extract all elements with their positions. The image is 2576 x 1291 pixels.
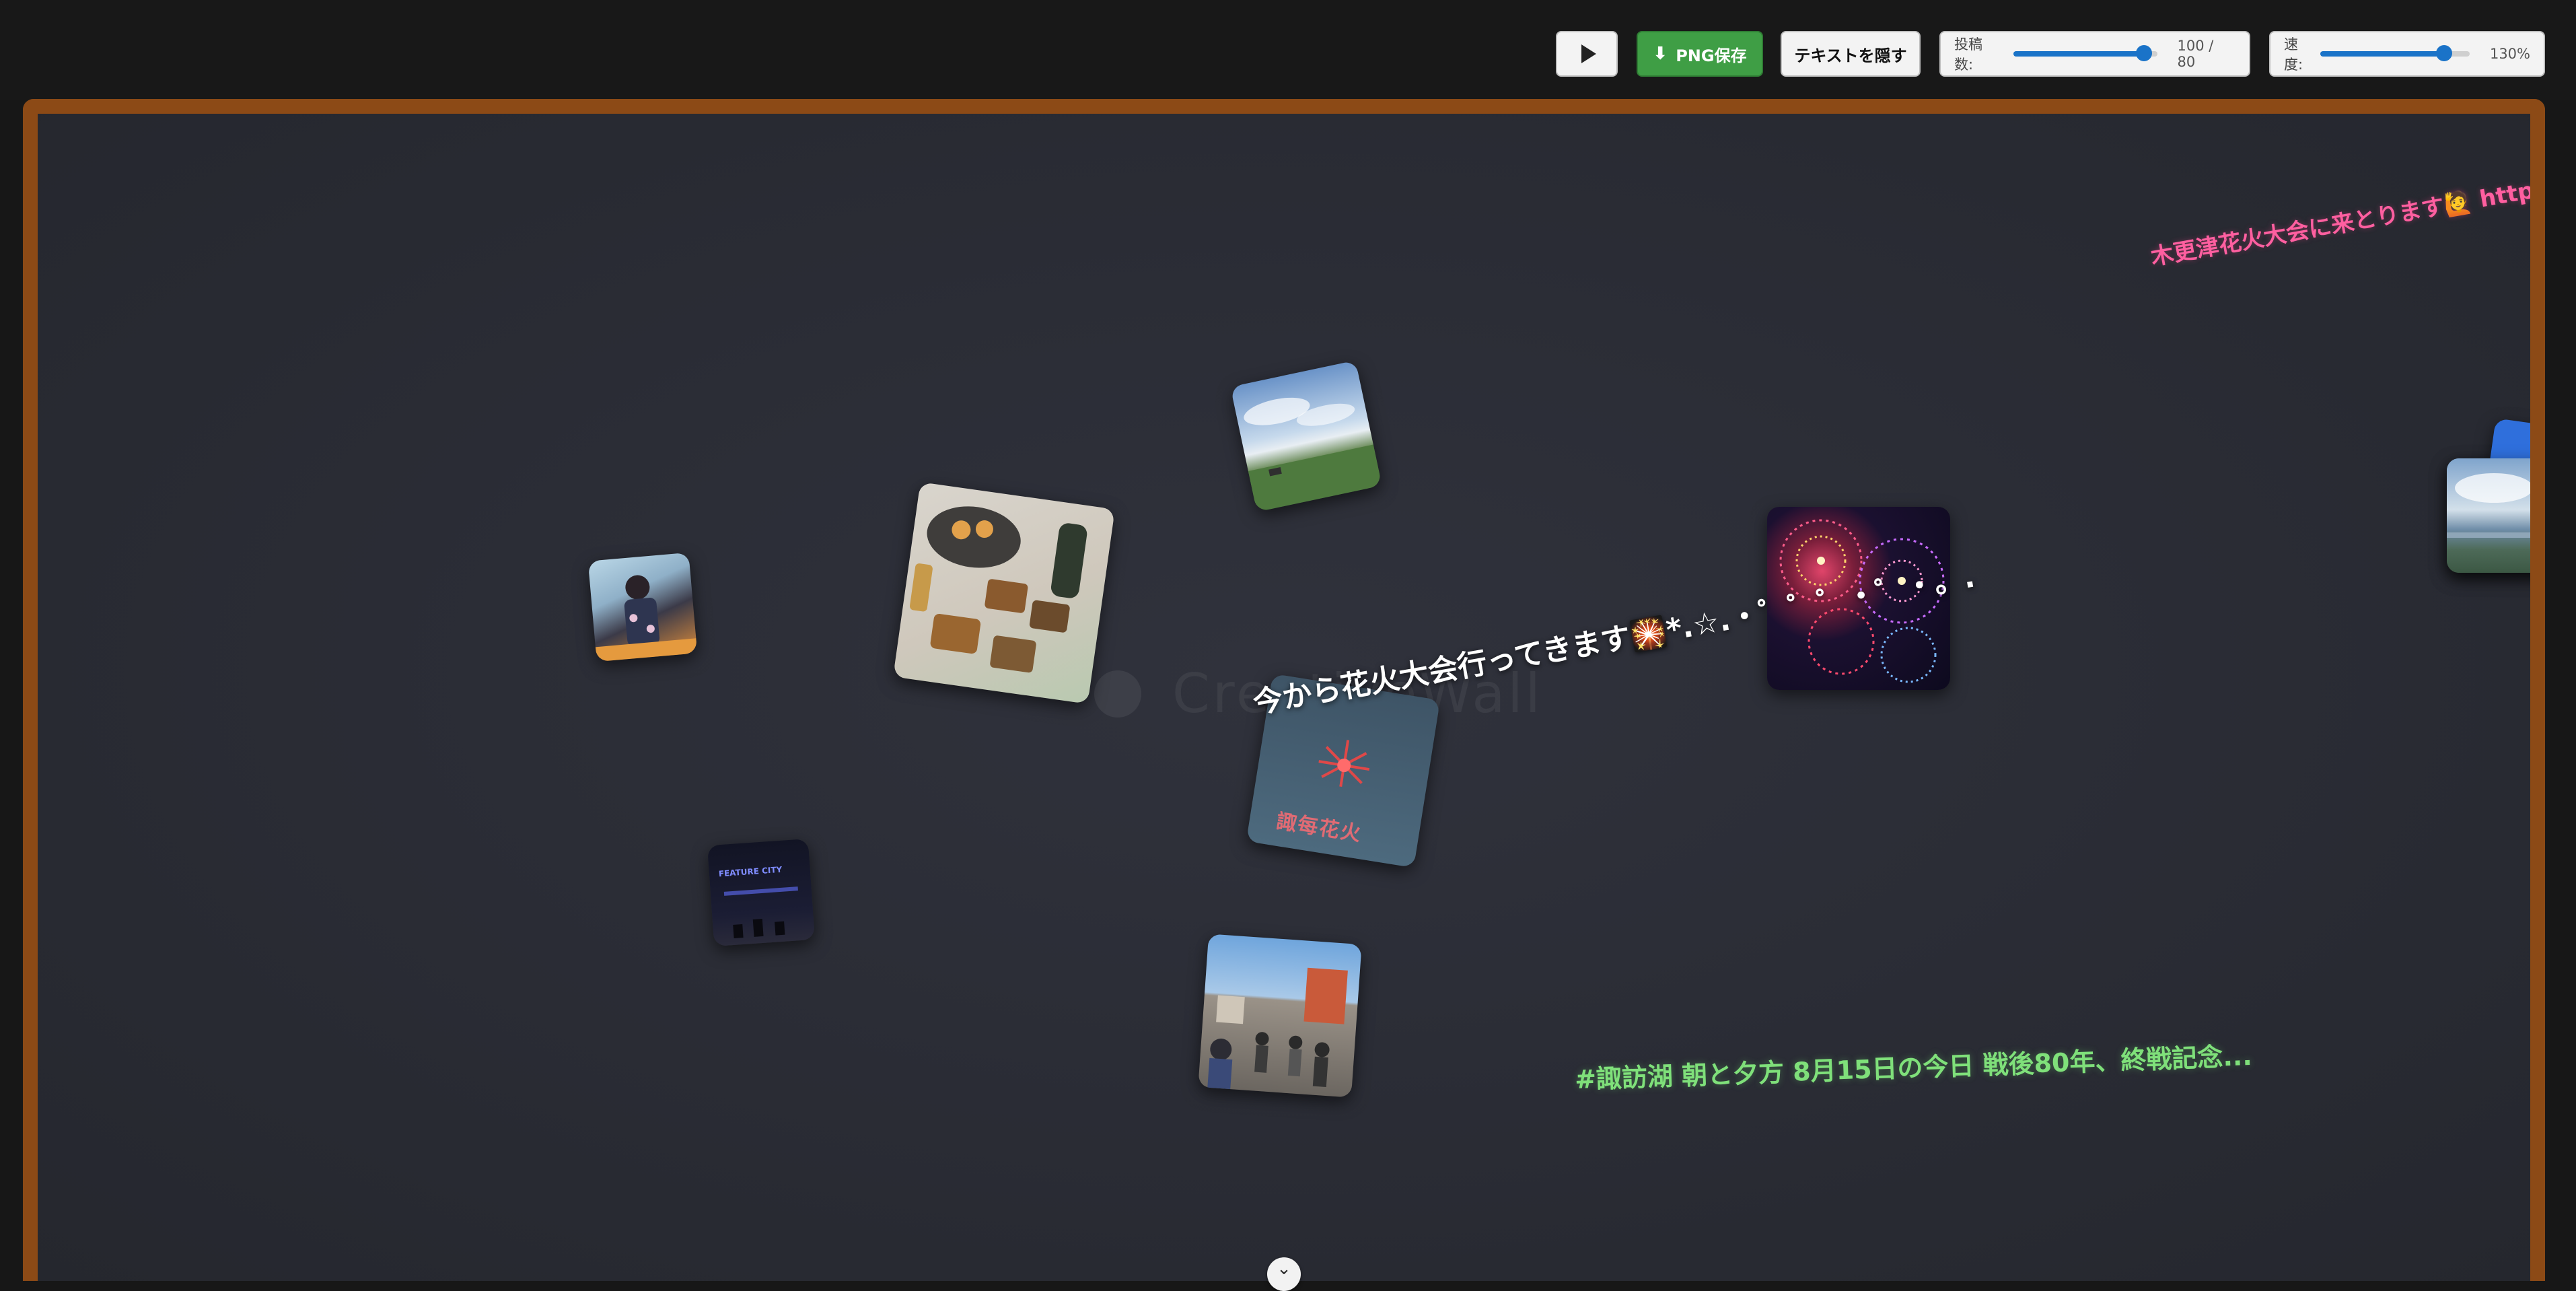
speed-slider-knob[interactable] [2436, 45, 2453, 61]
hide-text-button[interactable]: テキストを隠す [1781, 31, 1921, 77]
scroll-text-green[interactable]: #諏訪湖 朝と夕方 8月15日の今日 戦後80年、終戦記念... [1574, 1035, 2252, 1096]
bottom-drawer-handle[interactable]: ⌄ [1267, 1257, 1301, 1291]
save-png-label: PNG保存 [1676, 46, 1747, 65]
top-toolbar: ⬇ PNG保存 テキストを隠す 投稿数: 100 / 80 速度: 130% [0, 0, 2576, 100]
post-count-control: 投稿数: 100 / 80 [1939, 31, 2250, 77]
post-count-value: 100 / 80 [2177, 38, 2214, 70]
play-icon [1581, 44, 1596, 63]
scroll-text-pink[interactable]: 木更津花火大会に来とります🙋 https:/ [2148, 166, 2530, 272]
post-count-label: 投稿数: [1954, 36, 1982, 73]
speed-label: 速度: [2284, 36, 2303, 73]
chevron-down-icon: ⌄ [1277, 1259, 1291, 1279]
download-icon: ⬇ [1653, 44, 1668, 64]
speed-slider[interactable] [2320, 45, 2470, 61]
creative-wall-board: CreativeWall [23, 99, 2545, 1281]
photo-lake-front [2447, 458, 2530, 573]
speed-control: 速度: 130% [2269, 31, 2545, 77]
save-png-button[interactable]: ⬇ PNG保存 [1637, 31, 1763, 77]
post-count-slider-knob[interactable] [2136, 45, 2153, 61]
palette-icon [1094, 670, 1141, 718]
post-count-slider[interactable] [2013, 45, 2157, 61]
photo-kimono-portrait[interactable] [587, 552, 698, 662]
photo-picnic-food[interactable] [893, 482, 1115, 704]
photo-street-crowd[interactable] [1198, 934, 1362, 1098]
photo-night-drones[interactable]: FEATURE CITY [707, 838, 816, 947]
photo-coast-landscape[interactable] [1230, 360, 1382, 512]
play-button[interactable] [1556, 31, 1618, 77]
speed-value: 130% [2489, 46, 2530, 62]
